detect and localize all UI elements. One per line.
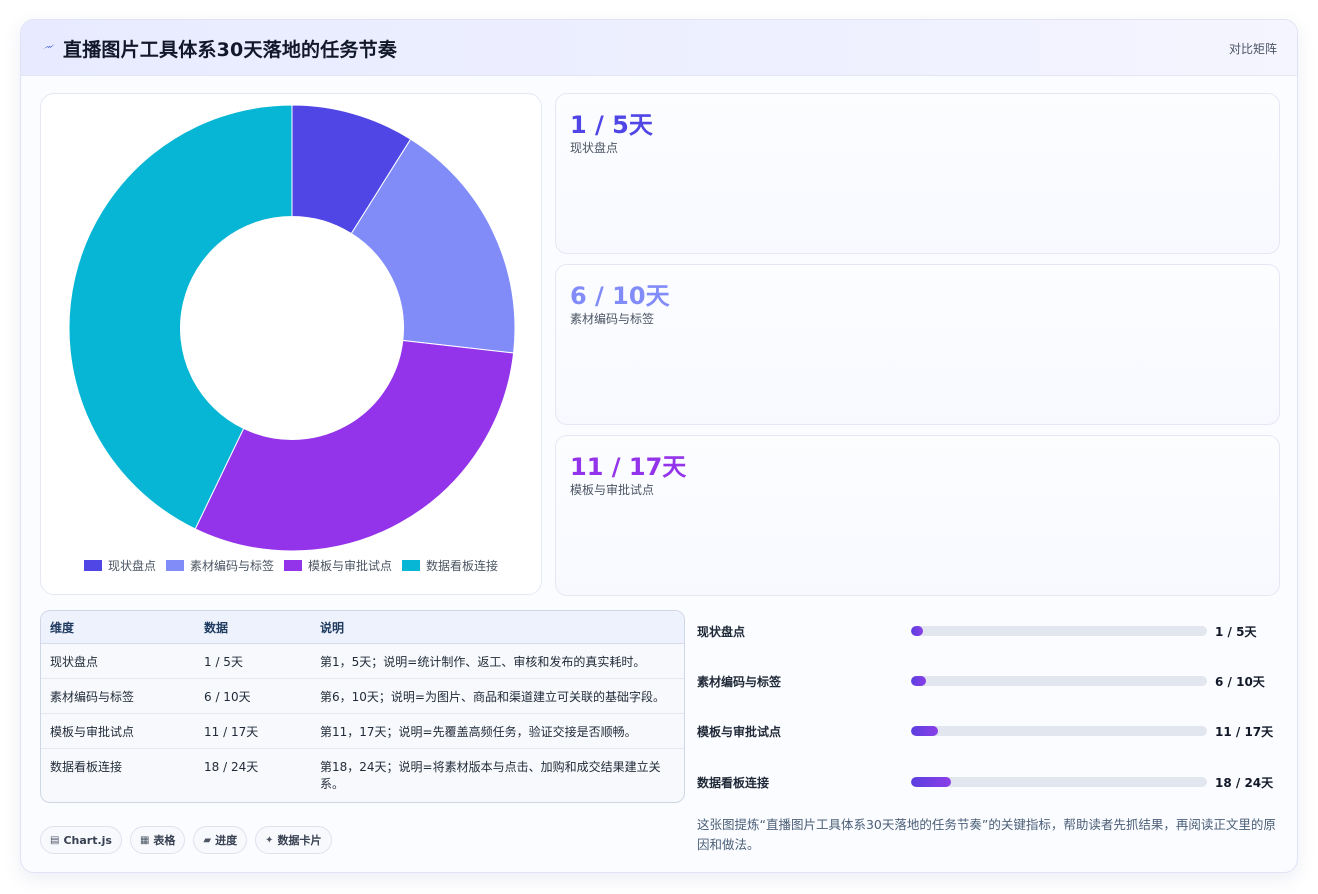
stat-label: 素材编码与标签 <box>570 312 655 326</box>
chip-label: Chart.js <box>63 833 112 847</box>
legend-label: 数据看板连接 <box>426 559 499 573</box>
legend-item[interactable]: 数据看板连接 <box>402 557 498 574</box>
legend-item[interactable]: 素材编码与标签 <box>165 557 274 574</box>
progress-icon: ▰ <box>203 834 212 846</box>
progress-fill <box>911 777 951 787</box>
table-cell: 素材编码与标签 <box>50 690 135 704</box>
stat-value: 1 / 5天 <box>570 111 653 139</box>
legend-swatch <box>83 560 102 571</box>
progress-track <box>911 726 1207 736</box>
donut-chart-panel: 现状盘点 素材编码与标签 模板与审批试点 数据看板连接 <box>40 93 542 595</box>
chartjs-chip[interactable]: ▤ Chart.js <box>40 826 122 854</box>
progress-value: 1 / 5天 <box>1215 625 1257 639</box>
stat-label: 现状盘点 <box>570 141 619 155</box>
table-chip[interactable]: ▦ 表格 <box>129 826 186 854</box>
card-icon: ✦ <box>265 834 274 846</box>
progress-value: 11 / 17天 <box>1215 725 1274 739</box>
chart-icon: ▤ <box>50 834 60 846</box>
progress-label: 现状盘点 <box>697 625 746 639</box>
donut-chart <box>68 104 516 552</box>
table-cell: 第18，24天；说明=将素材版本与点击、加购和成交结果建立关系。 <box>320 760 661 791</box>
chip-label: 数据卡片 <box>277 834 322 847</box>
legend-item[interactable]: 现状盘点 <box>83 557 156 574</box>
progress-row: 模板与审批试点 11 / 17天 <box>697 721 1279 741</box>
column-header: 维度 <box>50 621 75 635</box>
column-header: 数据 <box>204 621 229 635</box>
table-row: 模板与审批试点 11 / 17天 第11，17天；说明=先覆盖高频任务，验证交接… <box>41 714 684 749</box>
card-header: 直播图片工具体系30天落地的任务节奏 对比矩阵 <box>21 20 1297 76</box>
stat-value: 11 / 17天 <box>570 453 687 481</box>
summary-text: 这张图提炼“直播图片工具体系30天落地的任务节奏”的关键指标，帮助读者先抓结果，… <box>697 817 1276 852</box>
table-cell: 18 / 24天 <box>204 760 259 774</box>
chip-label: 表格 <box>153 834 176 847</box>
legend-swatch <box>165 560 184 571</box>
stat-label: 模板与审批试点 <box>570 483 655 497</box>
tag-chips: ▤ Chart.js ▦ 表格 ▰ 进度 ✦ 数据卡片 <box>40 826 332 854</box>
compare-matrix-link[interactable]: 对比矩阵 <box>1229 40 1277 57</box>
table-row: 数据看板连接 18 / 24天 第18，24天；说明=将素材版本与点击、加购和成… <box>41 749 684 802</box>
data-card-chip[interactable]: ✦ 数据卡片 <box>255 826 332 854</box>
stat-card-3: 11 / 17天 模板与审批试点 <box>555 435 1280 596</box>
legend-label: 模板与审批试点 <box>308 559 393 573</box>
progress-chip[interactable]: ▰ 进度 <box>193 826 248 854</box>
table-icon: ▦ <box>139 834 150 846</box>
table-cell: 6 / 10天 <box>204 690 251 704</box>
table-cell: 模板与审批试点 <box>50 725 135 739</box>
progress-label: 素材编码与标签 <box>697 675 782 689</box>
data-table: 维度 数据 说明 现状盘点 1 / 5天 第1，5天；说明=统计制作、返工、审核… <box>40 610 685 803</box>
bolt-icon <box>43 44 55 49</box>
progress-track <box>911 626 1207 636</box>
table-header-row: 维度 数据 说明 <box>41 611 684 644</box>
progress-track <box>911 777 1207 787</box>
progress-value: 6 / 10天 <box>1215 675 1265 689</box>
table-cell: 第6，10天；说明=为图片、商品和渠道建立可关联的基础字段。 <box>320 690 665 704</box>
progress-track <box>911 676 1207 686</box>
stat-card-2: 6 / 10天 素材编码与标签 <box>555 264 1280 425</box>
legend-label: 素材编码与标签 <box>189 559 274 573</box>
legend-swatch <box>284 560 302 571</box>
progress-row: 数据看板连接 18 / 24天 <box>697 772 1279 792</box>
page-title: 直播图片工具体系30天落地的任务节奏 <box>63 39 398 61</box>
table-cell: 11 / 17天 <box>204 725 259 739</box>
progress-row: 素材编码与标签 6 / 10天 <box>697 671 1279 691</box>
table-row: 素材编码与标签 6 / 10天 第6，10天；说明=为图片、商品和渠道建立可关联… <box>41 679 684 714</box>
table-cell: 现状盘点 <box>50 655 99 669</box>
table-cell: 第1，5天；说明=统计制作、返工、审核和发布的真实耗时。 <box>320 655 646 669</box>
progress-label: 数据看板连接 <box>697 776 770 790</box>
table-cell: 数据看板连接 <box>50 760 123 774</box>
progress-fill <box>911 626 924 636</box>
table-cell: 1 / 5天 <box>204 655 243 669</box>
progress-label: 模板与审批试点 <box>697 725 782 739</box>
progress-fill <box>911 726 938 736</box>
table-cell: 第11，17天；说明=先覆盖高频任务，验证交接是否顺畅。 <box>320 725 637 739</box>
table-row: 现状盘点 1 / 5天 第1，5天；说明=统计制作、返工、审核和发布的真实耗时。 <box>41 644 684 679</box>
dashboard-card: 直播图片工具体系30天落地的任务节奏 对比矩阵 现状盘点 素材编码与标签 模板与审批… <box>20 19 1298 873</box>
progress-fill <box>911 676 927 686</box>
chip-label: 进度 <box>215 834 238 847</box>
column-header: 说明 <box>320 621 345 635</box>
donut-slice-3[interactable] <box>194 339 515 552</box>
legend-item[interactable]: 模板与审批试点 <box>284 557 392 574</box>
stat-value: 6 / 10天 <box>570 282 670 310</box>
chart-legend: 现状盘点 素材编码与标签 模板与审批试点 数据看板连接 <box>41 557 541 574</box>
legend-swatch <box>402 560 421 571</box>
stat-card-1: 1 / 5天 现状盘点 <box>555 93 1280 254</box>
legend-label: 现状盘点 <box>107 559 156 573</box>
progress-row: 现状盘点 1 / 5天 <box>697 621 1279 641</box>
progress-value: 18 / 24天 <box>1215 776 1274 790</box>
page: 直播图片工具体系30天落地的任务节奏 对比矩阵 现状盘点 素材编码与标签 模板与审批… <box>0 0 1318 894</box>
